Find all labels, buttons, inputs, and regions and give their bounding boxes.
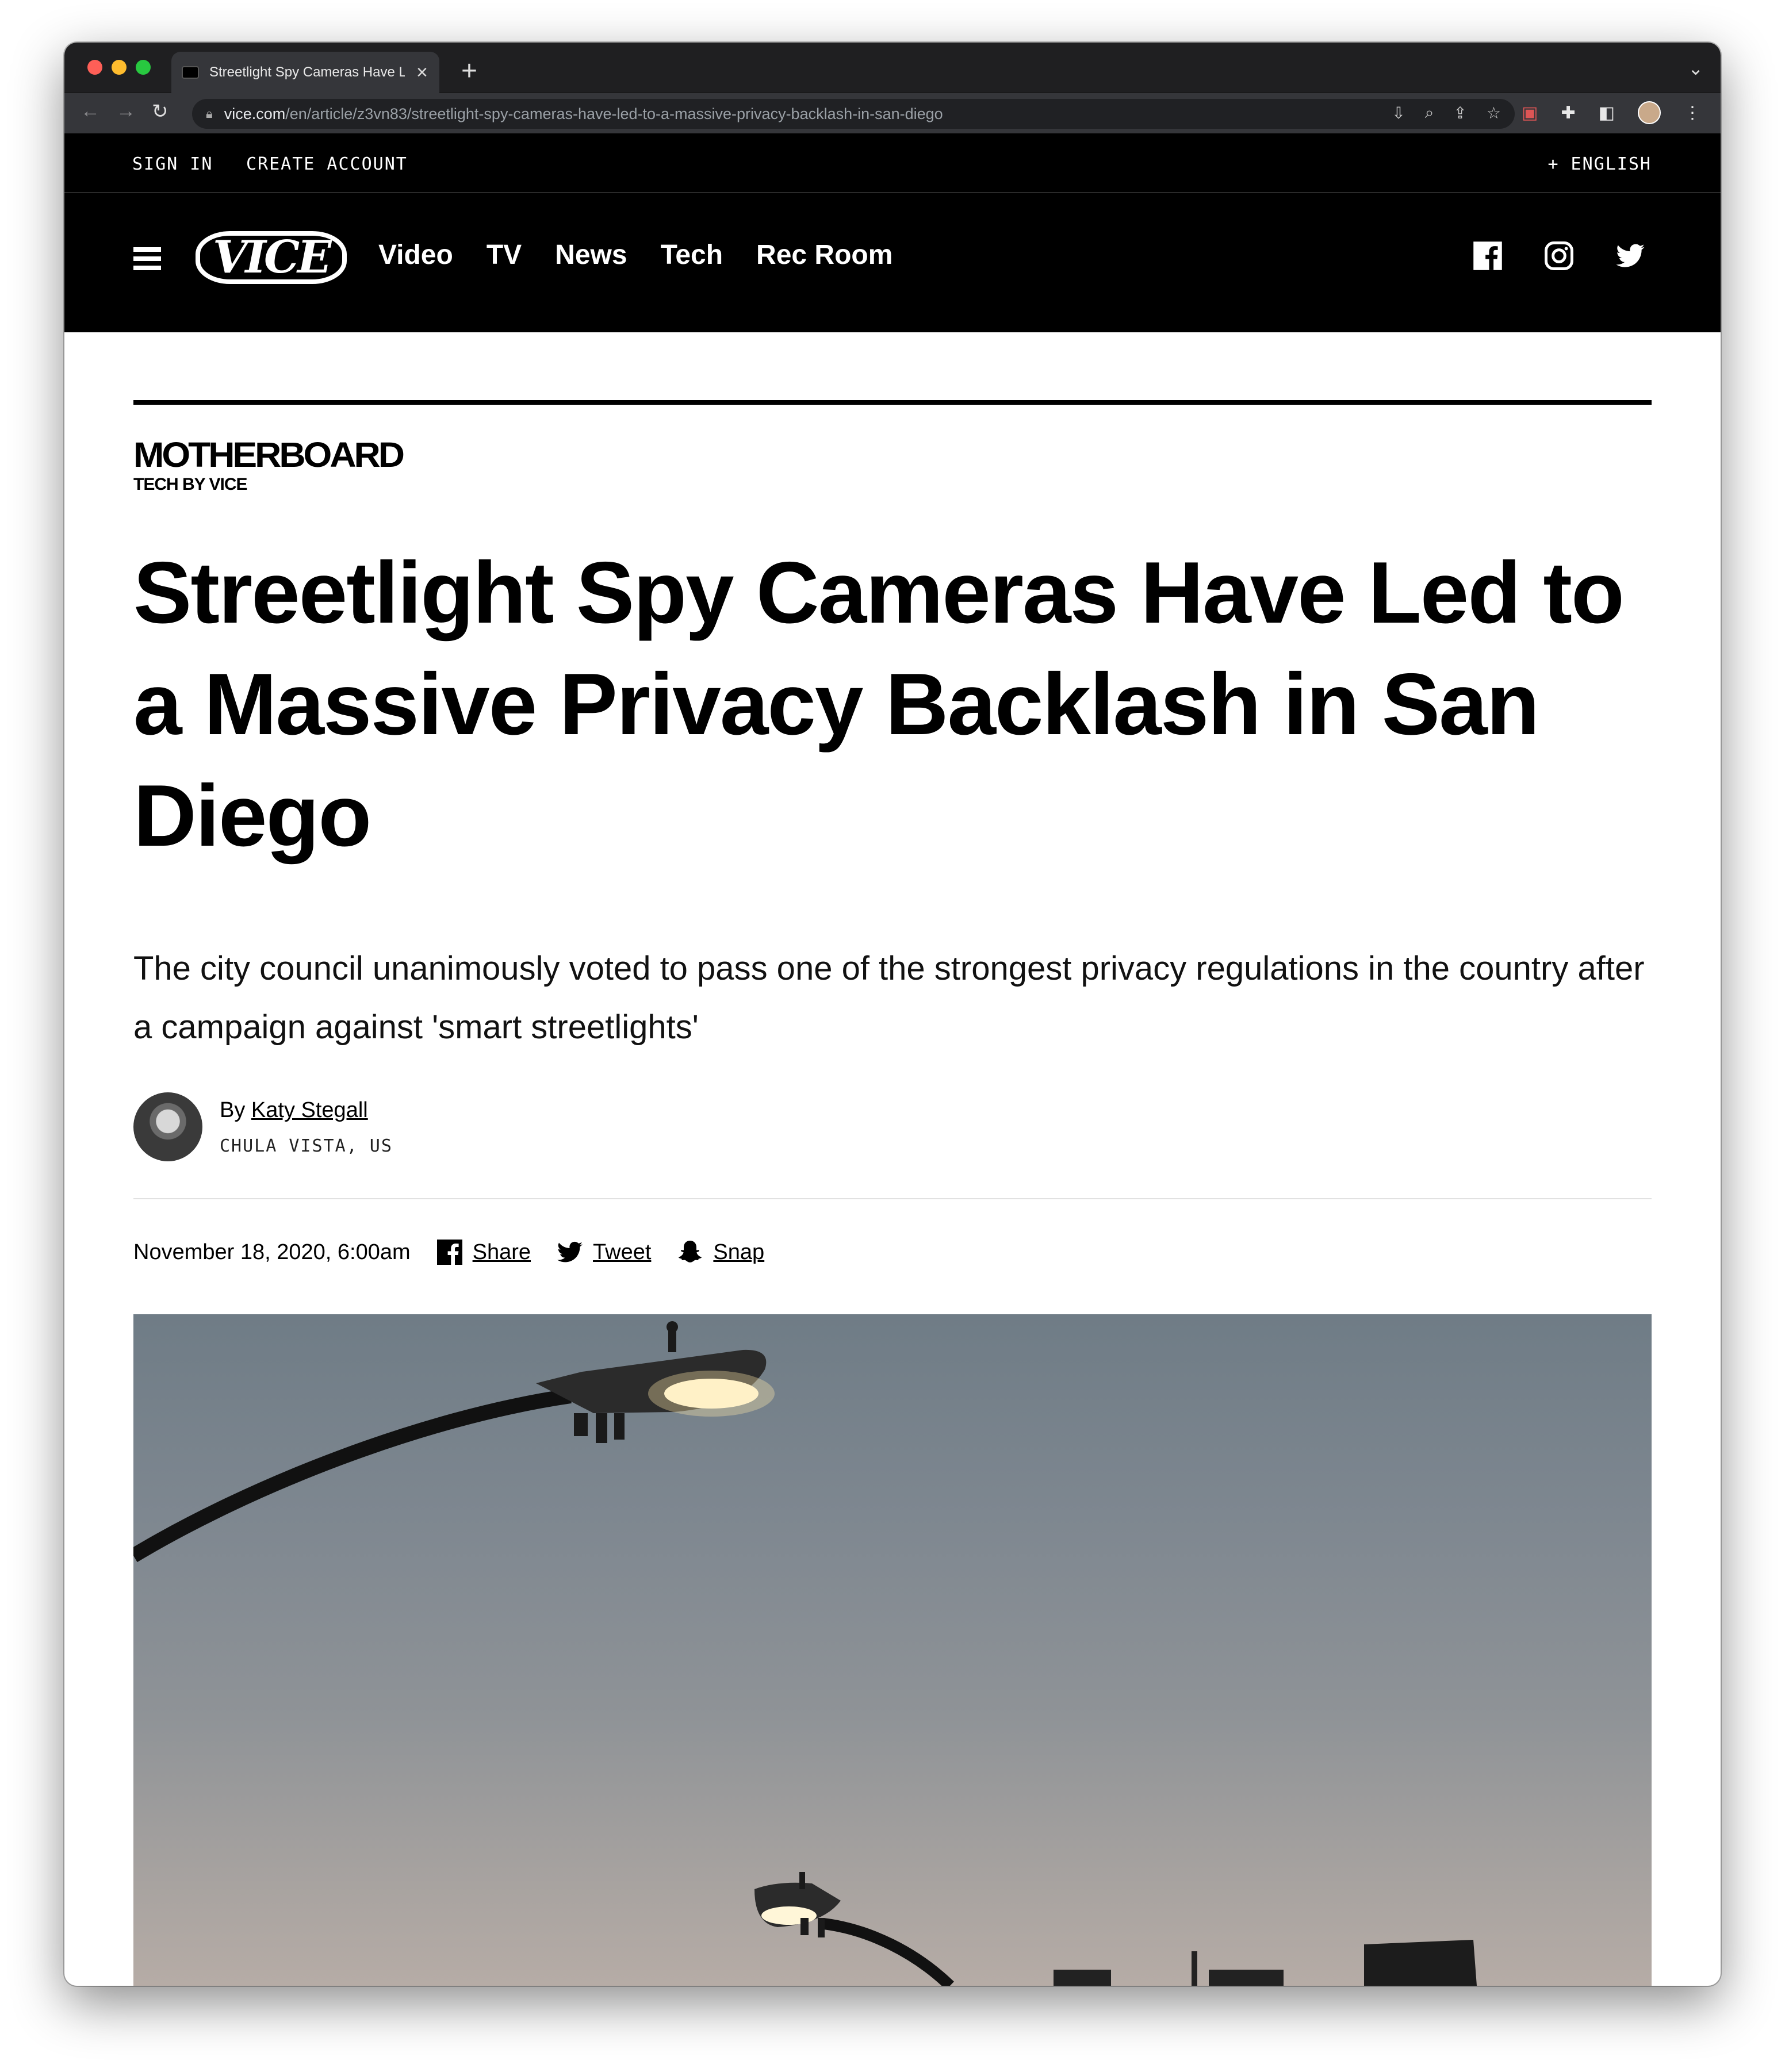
browser-window: Streetlight Spy Cameras Have Led to a Ma… — [64, 43, 1721, 1986]
puzzle-extensions-icon[interactable]: ✚ — [1561, 103, 1576, 123]
address-bar[interactable]: 🔒︎ vice.com /en/article/z3vn83/streetlig… — [192, 99, 1515, 129]
share-label: Share — [472, 1240, 531, 1264]
article-headline: Streetlight Spy Cameras Have Led to a Ma… — [133, 544, 1625, 865]
tab-title: Streetlight Spy Cameras Have Led to a Ma… — [209, 64, 405, 80]
social-links — [1472, 240, 1646, 271]
zoom-icon[interactable]: ⌕ — [1425, 103, 1434, 122]
author-link[interactable]: Katy Stegall — [251, 1098, 368, 1122]
tab-search-chevron-icon[interactable]: ⌄ — [1688, 57, 1703, 79]
vice-favicon-icon — [182, 66, 199, 79]
create-account-link[interactable]: CREATE ACCOUNT — [246, 154, 408, 174]
author-location: CHULA VISTA, US — [220, 1136, 393, 1156]
motherboard-tagline: TECH BY VICE — [133, 475, 247, 494]
browser-tab[interactable]: Streetlight Spy Cameras Have Led to a Ma… — [171, 52, 439, 93]
nav-link-video[interactable]: Video — [378, 239, 453, 271]
lower-streetlight — [754, 1872, 954, 1986]
share-page-icon[interactable]: ⇪ — [1453, 103, 1466, 122]
streetlight-illustration — [133, 1321, 1477, 1986]
hero-image-streetlights — [133, 1314, 1652, 1986]
nav-link-rec-room[interactable]: Rec Room — [756, 239, 892, 271]
tab-bar: Streetlight Spy Cameras Have Led to a Ma… — [64, 43, 1721, 93]
url-host: vice.com — [224, 105, 286, 122]
install-app-icon[interactable]: ⇩ — [1392, 103, 1405, 122]
extension-icons: ▣ ✚ ◧ ⋮ — [1522, 101, 1701, 124]
browser-toolbar: ← → ↻ 🔒︎ vice.com /en/article/z3vn83/str… — [64, 93, 1721, 133]
motherboard-logo[interactable]: MOTHERBOARD — [133, 435, 405, 475]
language-selector[interactable]: + ENGLISH — [1547, 154, 1652, 174]
facebook-icon[interactable] — [1472, 240, 1503, 271]
article-dek: The city council unanimously voted to pa… — [133, 950, 1645, 1046]
nav-link-tv[interactable]: TV — [487, 239, 522, 271]
account-bar: SIGN IN CREATE ACCOUNT + ENGLISH — [64, 133, 1721, 193]
publish-date: November 18, 2020, 6:00am — [133, 1240, 411, 1264]
section-rule — [133, 400, 1652, 405]
vice-logo[interactable]: VICE — [196, 231, 347, 284]
article-meta-row: November 18, 2020, 6:00am Share Tweet Sn… — [133, 1238, 764, 1266]
maximize-window-button[interactable] — [136, 60, 151, 75]
snapchat-share-button[interactable]: Snap — [676, 1238, 764, 1266]
url-path: /en/article/z3vn83/streetlight-spy-camer… — [285, 105, 943, 122]
hamburger-menu-icon[interactable] — [133, 247, 161, 270]
reload-icon[interactable]: ↻ — [152, 100, 168, 123]
close-window-button[interactable] — [87, 60, 102, 75]
upper-pole-arm — [133, 1388, 572, 1563]
minimize-window-button[interactable] — [112, 60, 127, 75]
divider — [133, 1198, 1652, 1199]
tweet-label: Tweet — [593, 1240, 652, 1264]
new-tab-button[interactable]: + — [461, 55, 477, 87]
profile-avatar-icon[interactable] — [1638, 101, 1661, 124]
nav-link-news[interactable]: News — [555, 239, 627, 271]
more-menu-icon[interactable]: ⋮ — [1684, 103, 1701, 123]
main-navigation: VICE Video TV News Tech Rec Room — [64, 193, 1721, 332]
upper-streetlight-head — [536, 1321, 775, 1443]
twitter-share-button[interactable]: Tweet — [556, 1238, 651, 1266]
background-signs — [1054, 1940, 1477, 1986]
twitter-icon — [557, 1241, 583, 1263]
snapchat-ghost-icon — [679, 1241, 702, 1263]
facebook-share-button[interactable]: Share — [436, 1238, 531, 1266]
twitter-icon[interactable] — [1615, 240, 1646, 271]
byline: By Katy Stegall — [220, 1098, 368, 1123]
snap-label: Snap — [713, 1240, 765, 1264]
author-avatar[interactable] — [133, 1092, 202, 1161]
forward-arrow-icon[interactable]: → — [116, 100, 136, 122]
omnibox-actions: ⇩ ⌕ ⇪ ☆ — [1392, 103, 1501, 122]
close-tab-icon[interactable]: × — [416, 62, 428, 84]
back-arrow-icon[interactable]: ← — [81, 100, 100, 122]
instagram-icon[interactable] — [1543, 240, 1575, 271]
side-panel-icon[interactable]: ◧ — [1599, 103, 1615, 123]
facebook-icon — [436, 1240, 462, 1265]
lock-icon[interactable]: 🔒︎ — [206, 106, 213, 121]
extension-icon[interactable]: ▣ — [1522, 103, 1538, 123]
nav-link-tech[interactable]: Tech — [661, 239, 723, 271]
nav-links: Video TV News Tech Rec Room — [378, 239, 892, 271]
byline-prefix: By — [220, 1098, 246, 1122]
sign-in-link[interactable]: SIGN IN — [132, 154, 213, 174]
bookmark-star-icon[interactable]: ☆ — [1487, 103, 1501, 122]
